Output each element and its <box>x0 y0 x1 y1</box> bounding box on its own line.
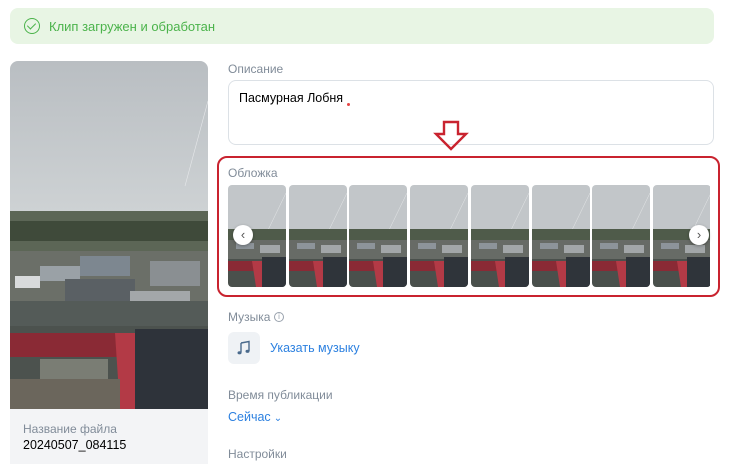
spellcheck-marker <box>347 103 350 106</box>
description-label: Описание <box>228 62 284 76</box>
publish-time-value: Сейчас <box>228 410 271 424</box>
down-arrow-icon <box>433 120 469 151</box>
add-music-link[interactable]: Указать музыку <box>270 341 360 355</box>
publish-time-dropdown[interactable]: Сейчас ⌄ <box>228 410 282 424</box>
cover-frame-thumbnail[interactable] <box>470 185 529 287</box>
description-field[interactable]: Пасмурная Лобня <box>228 80 714 145</box>
cover-frame-thumbnail[interactable] <box>349 185 408 287</box>
description-text: Пасмурная Лобня <box>239 91 344 105</box>
file-name-label: Название файла <box>23 422 117 436</box>
cover-frame-thumbnail[interactable] <box>410 185 469 287</box>
upload-success-text: Клип загружен и обработан <box>49 18 216 34</box>
cover-label: Обложка <box>228 166 278 180</box>
video-preview[interactable] <box>10 61 208 409</box>
file-info: Название файла 20240507_084115 <box>10 409 208 464</box>
cover-prev-button[interactable]: ‹ <box>233 225 253 245</box>
chevron-right-icon: › <box>696 227 702 242</box>
cover-next-button[interactable]: › <box>689 225 709 245</box>
info-icon[interactable]: i <box>274 312 284 322</box>
cover-frame-thumbnail[interactable] <box>531 185 590 287</box>
music-note-icon[interactable] <box>228 332 260 364</box>
cover-frame-thumbnail[interactable] <box>592 185 651 287</box>
publish-time-label: Время публикации <box>228 388 333 402</box>
file-name-value: 20240507_084115 <box>23 438 127 452</box>
cover-frame-thumbnail[interactable] <box>288 185 347 287</box>
upload-success-banner: Клип загружен и обработан <box>10 8 714 44</box>
video-preview-image <box>10 61 208 409</box>
chevron-down-icon: ⌄ <box>273 413 283 424</box>
check-circle-icon <box>24 18 40 34</box>
chevron-left-icon: ‹ <box>240 227 246 242</box>
cover-frames-strip <box>228 185 710 287</box>
music-note-glyph <box>237 340 250 355</box>
music-label: Музыка <box>228 310 271 324</box>
settings-label: Настройки <box>228 447 287 461</box>
